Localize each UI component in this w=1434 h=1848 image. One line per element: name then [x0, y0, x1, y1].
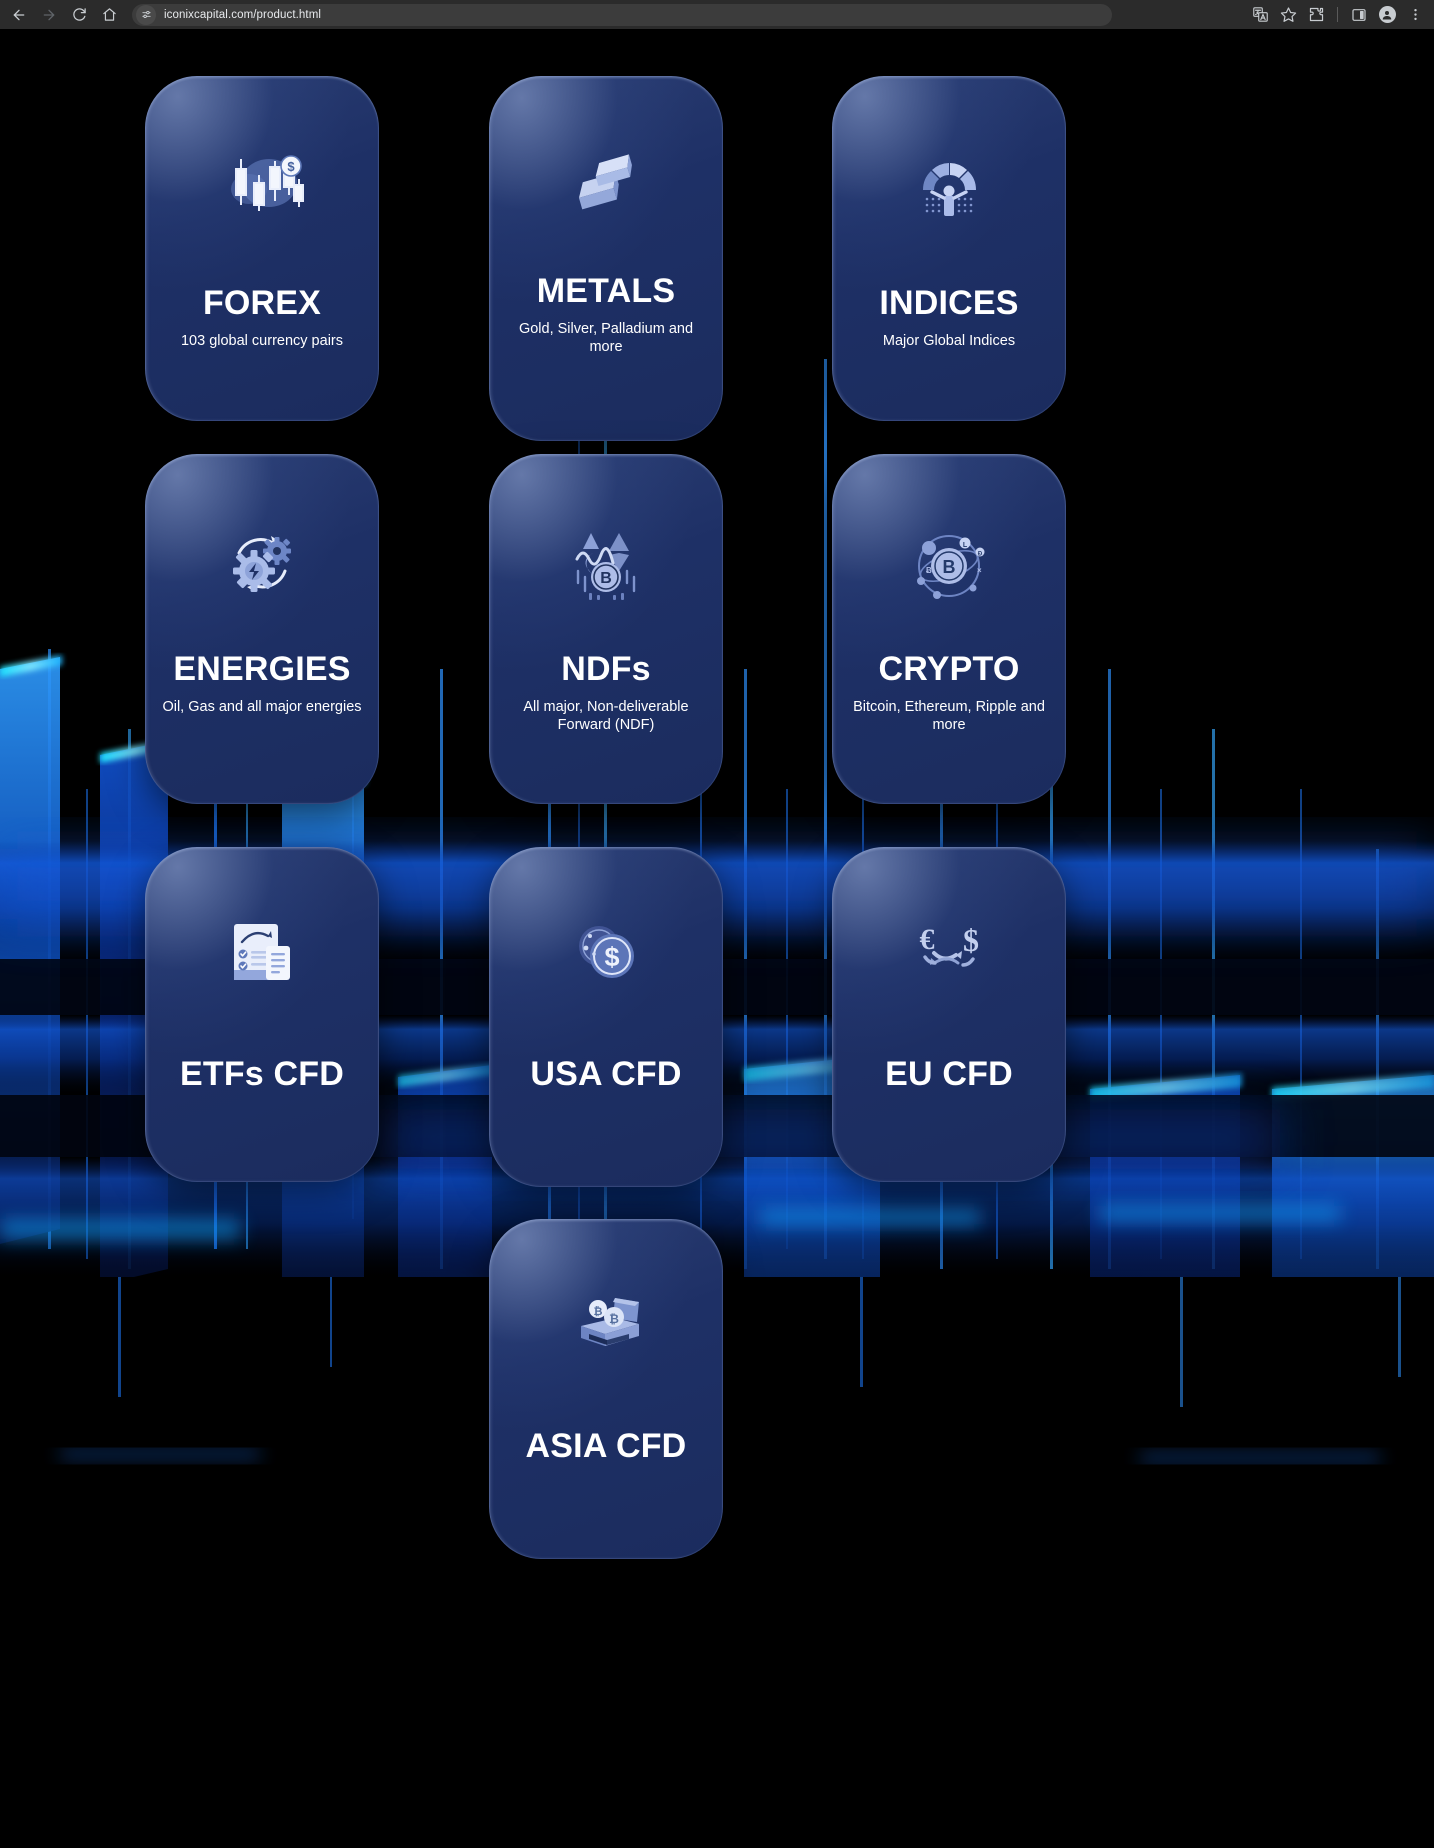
card-title: ETFs CFD: [179, 1055, 345, 1093]
page-content: $ FOREX 103 global currency pairs METALS…: [0, 29, 1434, 1848]
card-title: INDICES: [879, 284, 1019, 322]
checklist-document-icon: [214, 909, 310, 995]
back-button[interactable]: [4, 2, 34, 28]
card-title: EU CFD: [885, 1055, 1013, 1093]
bitcoin-orbit-icon: B L Ð Ƀ ×: [901, 522, 997, 608]
crypto-chart-icon: B: [558, 522, 654, 608]
product-card-indices[interactable]: INDICES Major Global Indices: [832, 76, 1066, 421]
reload-button[interactable]: [64, 2, 94, 28]
candlestick-chart-dollar-icon: $: [214, 144, 310, 230]
toolbar-divider: [1337, 7, 1338, 22]
gauge-person-icon: [901, 144, 997, 230]
svg-text:B: B: [943, 557, 956, 577]
avatar: [1378, 6, 1396, 23]
browser-toolbar: iconixcapital.com/product.html: [0, 0, 1434, 29]
product-card-eucfd[interactable]: € $ EU CFD: [832, 847, 1066, 1182]
svg-text:Ƀ: Ƀ: [926, 566, 932, 575]
more-menu-icon[interactable]: [1402, 3, 1428, 27]
svg-text:$: $: [604, 942, 619, 972]
gears-energy-icon: [214, 522, 310, 608]
svg-text:$: $: [963, 922, 979, 958]
svg-text:₿: ₿: [594, 1306, 603, 1318]
svg-text:$: $: [287, 159, 295, 174]
crypto-atm-icon: ₿ ₿: [558, 1281, 654, 1367]
svg-text:L: L: [963, 542, 968, 549]
product-card-ndfs[interactable]: B NDFs All major, Non-deliverable Forwar…: [489, 454, 723, 804]
card-title: ENERGIES: [173, 650, 351, 688]
product-card-etfs[interactable]: ETFs CFD: [145, 847, 379, 1182]
product-card-forex[interactable]: $ FOREX 103 global currency pairs: [145, 76, 379, 421]
url-text[interactable]: iconixcapital.com/product.html: [164, 9, 321, 21]
card-title: METALS: [536, 272, 676, 310]
svg-text:₿: ₿: [609, 1312, 619, 1326]
home-button[interactable]: [94, 2, 124, 28]
profile-avatar-icon[interactable]: [1374, 3, 1400, 27]
svg-text:×: ×: [977, 566, 982, 575]
side-panel-icon[interactable]: [1346, 3, 1372, 27]
card-title: USA CFD: [530, 1055, 682, 1093]
product-card-energies[interactable]: ENERGIES Oil, Gas and all major energies: [145, 454, 379, 804]
card-subtitle: Major Global Indices: [882, 332, 1016, 349]
bookmark-star-icon[interactable]: [1275, 3, 1301, 27]
product-card-asiacfd[interactable]: ₿ ₿ ASIA CFD: [489, 1219, 723, 1559]
card-subtitle: Gold, Silver, Palladium and more: [518, 320, 694, 355]
product-card-usacfd[interactable]: $ USA CFD: [489, 847, 723, 1187]
svg-text:Ð: Ð: [978, 552, 983, 558]
card-subtitle: 103 global currency pairs: [180, 332, 343, 349]
dollar-coin-icon: $: [558, 909, 654, 995]
extensions-puzzle-icon[interactable]: [1303, 3, 1329, 27]
translate-icon[interactable]: [1247, 3, 1273, 27]
toolbar-actions: [1247, 3, 1434, 27]
gold-bars-icon: [558, 144, 654, 230]
card-title: CRYPTO: [878, 650, 1020, 688]
product-card-crypto[interactable]: B L Ð Ƀ × CRYPTO Bitcoin, Ethereum, Ripp…: [832, 454, 1066, 804]
card-subtitle: Oil, Gas and all major energies: [162, 698, 362, 715]
site-settings-icon[interactable]: [136, 4, 156, 25]
address-bar[interactable]: iconixcapital.com/product.html: [132, 3, 1112, 26]
card-title: NDFs: [561, 650, 651, 688]
product-card-metals[interactable]: METALS Gold, Silver, Palladium and more: [489, 76, 723, 441]
euro-dollar-exchange-icon: € $: [901, 909, 997, 995]
card-subtitle: All major, Non-deliverable Forward (NDF): [523, 698, 689, 733]
svg-text:€: €: [920, 923, 935, 956]
card-title: ASIA CFD: [525, 1427, 687, 1465]
card-title: FOREX: [202, 284, 322, 322]
card-subtitle: Bitcoin, Ethereum, Ripple and more: [853, 698, 1045, 733]
navigation-buttons: [0, 2, 124, 28]
svg-text:B: B: [600, 570, 612, 587]
forward-button[interactable]: [34, 2, 64, 28]
product-card-grid: $ FOREX 103 global currency pairs METALS…: [0, 29, 1434, 1848]
